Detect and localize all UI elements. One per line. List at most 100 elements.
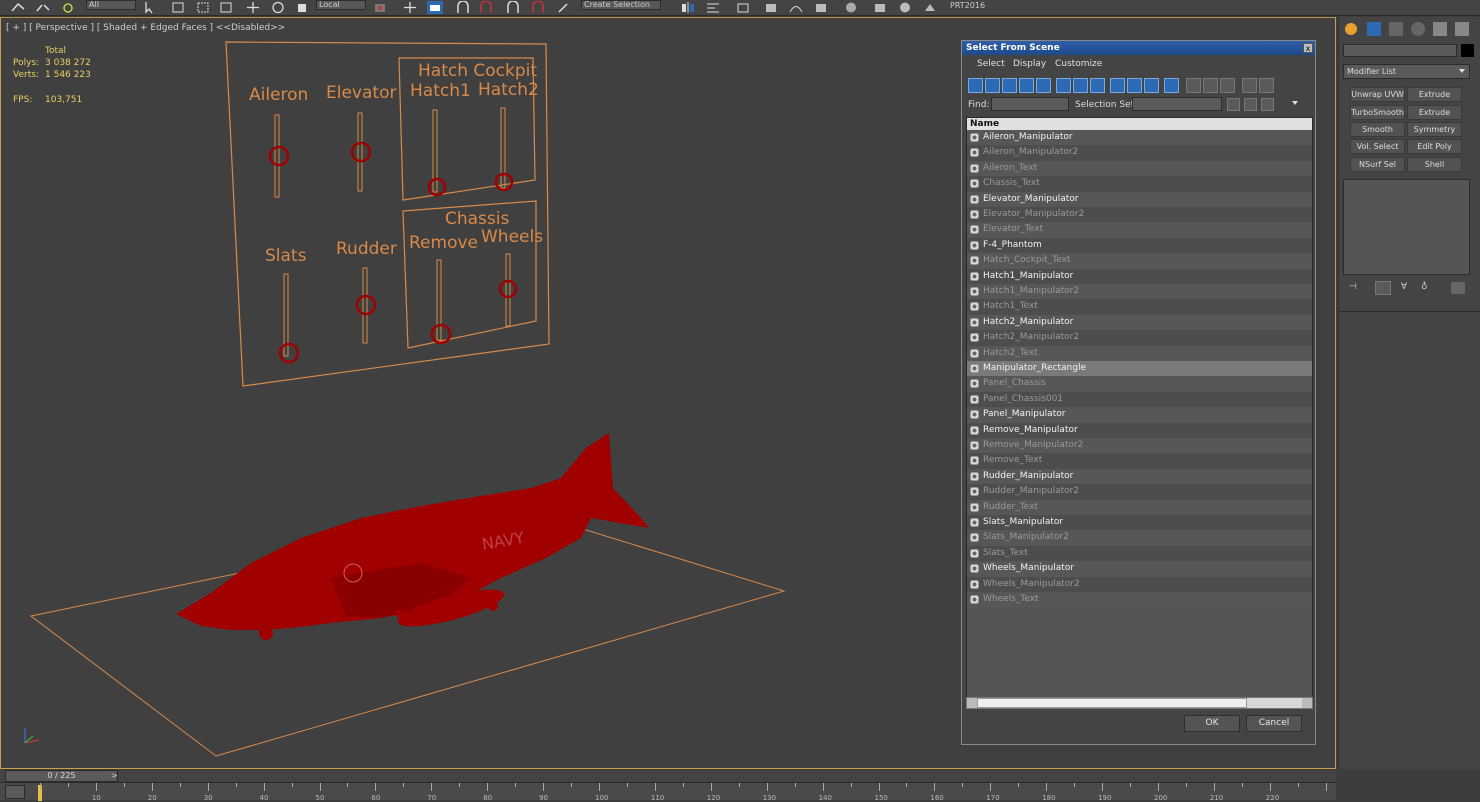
list-item[interactable]: Remove_Manipulator2 (967, 438, 1312, 454)
find-input[interactable] (991, 97, 1069, 111)
rotate-icon[interactable] (270, 1, 286, 14)
list-item[interactable]: Elevator_Text (967, 222, 1312, 238)
render-setup-icon[interactable] (872, 1, 888, 14)
list-item[interactable]: Chassis_Text (967, 176, 1312, 192)
reference-coordinate-dropdown[interactable]: Local (316, 0, 366, 10)
pin-stack-icon[interactable]: ⊣ (1349, 282, 1363, 294)
list-item[interactable]: Wheels_Manipulator2 (967, 576, 1312, 592)
list-item[interactable]: Hatch1_Manipulator2 (967, 284, 1312, 300)
angle-snap-icon[interactable] (478, 0, 494, 14)
object-color-swatch[interactable] (1461, 44, 1474, 57)
filter-bones-icon[interactable] (1110, 78, 1125, 93)
list-item[interactable]: Hatch2_Text (967, 345, 1312, 361)
pivot-center-icon[interactable] (372, 1, 388, 14)
scroll-thumb[interactable] (977, 698, 1247, 708)
list-item[interactable]: Hatch1_Text (967, 299, 1312, 315)
slider-prev-icon[interactable] (0, 771, 5, 781)
display-none-icon[interactable] (1203, 78, 1218, 93)
command-panel[interactable]: Modifier List Unwrap UVW Extrude TurboSm… (1338, 17, 1480, 769)
display-invert-icon[interactable] (1220, 78, 1235, 93)
layer-manager-icon[interactable] (735, 1, 751, 14)
modifier-list-chevron-icon[interactable] (1459, 69, 1465, 73)
schematic-view-icon[interactable] (813, 1, 829, 14)
modifier-unwrap-uvw-button[interactable]: Unwrap UVW (1350, 87, 1405, 102)
add-to-set-icon[interactable] (1244, 98, 1257, 111)
slider-next-icon[interactable]: > (111, 771, 119, 781)
list-item[interactable]: Aileron_Manipulator2 (967, 145, 1312, 161)
create-tab-icon[interactable] (1345, 23, 1357, 35)
remove-modifier-icon[interactable]: ♁ (1421, 282, 1435, 294)
select-object-icon[interactable] (142, 1, 158, 14)
motion-tab-icon[interactable] (1411, 22, 1425, 36)
create-set-icon[interactable] (1227, 98, 1240, 111)
make-unique-icon[interactable]: ∀ (1401, 282, 1415, 294)
percent-snap-icon[interactable] (505, 0, 521, 14)
list-item[interactable]: Wheels_Manipulator (967, 561, 1312, 577)
snap-toggle-icon[interactable] (455, 0, 471, 14)
keyboard-shortcut-override-icon[interactable] (427, 1, 443, 14)
scale-icon[interactable] (295, 1, 311, 14)
rect-selection-icon[interactable] (195, 1, 211, 14)
filter-xrefs-icon[interactable] (1090, 78, 1105, 93)
modifier-vol-select-button[interactable]: Vol. Select (1350, 139, 1405, 154)
menu-select[interactable]: Select (977, 59, 1005, 69)
list-item[interactable]: Elevator_Manipulator (967, 191, 1312, 207)
filter-groups-icon[interactable] (1073, 78, 1088, 93)
display-tab-icon[interactable] (1433, 22, 1447, 36)
list-item[interactable]: Rudder_Manipulator2 (967, 484, 1312, 500)
render-production-icon[interactable] (922, 1, 938, 14)
list-item[interactable]: Hatch2_Manipulator2 (967, 330, 1312, 346)
bind-space-warp-icon[interactable] (60, 1, 76, 14)
object-name-input[interactable] (1343, 44, 1457, 57)
menu-customize[interactable]: Customize (1055, 59, 1102, 69)
list-item[interactable]: Wheels_Text (967, 592, 1312, 608)
utilities-tab-icon[interactable] (1455, 22, 1469, 36)
filter-containers-icon[interactable] (1127, 78, 1142, 93)
menu-display[interactable]: Display (1013, 59, 1046, 69)
list-item[interactable]: Slats_Manipulator (967, 515, 1312, 531)
select-by-name-icon[interactable] (170, 1, 186, 14)
modifier-stack[interactable] (1343, 179, 1470, 275)
modifier-extrude-2-button[interactable]: Extrude (1407, 105, 1462, 120)
selection-set-dropdown[interactable] (1132, 97, 1222, 111)
filter-helpers-icon[interactable] (1036, 78, 1051, 93)
list-item[interactable]: Panel_Manipulator (967, 407, 1312, 423)
list-item[interactable]: F-4_Phantom (967, 237, 1312, 254)
named-selection-dropdown[interactable]: Create Selection Se (581, 0, 661, 10)
align-icon[interactable] (705, 1, 721, 14)
list-item[interactable]: Aileron_Manipulator (967, 130, 1312, 146)
select-from-scene-dialog[interactable]: Select From Scene x Select Display Custo… (961, 40, 1316, 745)
window-crossing-icon[interactable] (218, 1, 234, 14)
display-all-icon[interactable] (1186, 78, 1201, 93)
modifier-symmetry-button[interactable]: Symmetry (1407, 122, 1462, 137)
list-item[interactable]: Slats_Manipulator2 (967, 530, 1312, 546)
list-item[interactable]: Hatch1_Manipulator (967, 268, 1312, 284)
dialog-close-button[interactable]: x (1303, 43, 1313, 53)
modifier-extrude-button[interactable]: Extrude (1407, 87, 1462, 102)
filter-geometry-icon[interactable] (968, 78, 983, 93)
filter-lights-icon[interactable] (1002, 78, 1017, 93)
list-item[interactable]: Remove_Manipulator (967, 422, 1312, 438)
select-manipulate-icon[interactable] (402, 1, 418, 14)
filter-hidden-icon[interactable] (1164, 78, 1179, 93)
link-icon[interactable] (10, 1, 26, 14)
mirror-icon[interactable] (680, 1, 696, 14)
curve-editor-icon[interactable] (788, 1, 804, 14)
modify-tab-icon[interactable] (1367, 22, 1381, 36)
time-slider[interactable]: 0 / 225 (5, 770, 118, 782)
selection-filter-dropdown[interactable]: All (86, 0, 136, 10)
scroll-right-arrow[interactable] (1302, 698, 1312, 708)
list-item[interactable]: Remove_Text (967, 453, 1312, 469)
list-item[interactable]: Manipulator_Rectangle (967, 361, 1312, 377)
scene-explorer-icon[interactable] (763, 1, 779, 14)
list-item[interactable]: Slats_Text (967, 545, 1312, 562)
remove-from-set-icon[interactable] (1261, 98, 1274, 111)
list-item[interactable]: Hatch_Cockpit_Text (967, 253, 1312, 269)
modifier-list-dropdown[interactable]: Modifier List (1343, 64, 1470, 79)
move-icon[interactable] (245, 1, 261, 14)
modifier-shell-button[interactable]: Shell (1407, 157, 1462, 172)
filter-space-warps-icon[interactable] (1056, 78, 1071, 93)
filter-funnel-icon[interactable] (1242, 78, 1257, 93)
list-item[interactable]: Rudder_Manipulator (967, 468, 1312, 485)
filter-shapes-icon[interactable] (985, 78, 1000, 93)
